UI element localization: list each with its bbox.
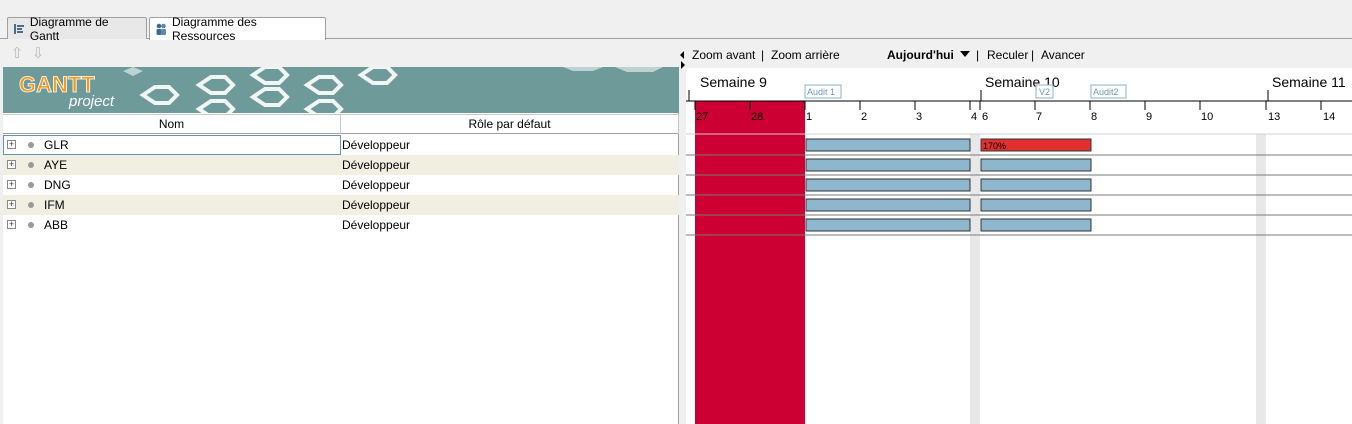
resource-role: Développeur xyxy=(342,198,411,212)
day-label: 6 xyxy=(982,111,988,123)
table-toolbar: ⇧ ⇩ xyxy=(3,40,679,67)
milestone-label: V2 xyxy=(1039,87,1050,97)
table-row[interactable]: + IFM Développeur xyxy=(3,195,679,215)
resource-chart-panel: Zoom avant | Zoom arrière Aujourd'hui | … xyxy=(686,40,1352,424)
today-label: Aujourd'hui xyxy=(887,48,954,62)
table-row[interactable]: + GLR Développeur xyxy=(3,135,679,155)
table-row[interactable]: + DNG Développeur xyxy=(3,175,679,195)
day-label: 28 xyxy=(751,111,763,123)
resource-role: Développeur xyxy=(342,138,411,152)
milestone-v2[interactable]: V2 xyxy=(1035,84,1054,99)
resource-dot-icon xyxy=(28,162,34,168)
column-header-role[interactable]: Rôle par défaut xyxy=(341,115,679,134)
column-header-name[interactable]: Nom xyxy=(3,115,341,134)
ganttproject-logo: GANTT project xyxy=(17,70,127,113)
resource-name: GLR xyxy=(44,138,69,152)
ganttproject-banner: GANTT project xyxy=(3,67,679,113)
chart-toolbar: Zoom avant | Zoom arrière Aujourd'hui | … xyxy=(686,40,1352,68)
table-row[interactable]: + AYE Développeur xyxy=(3,155,679,175)
day-label: 10 xyxy=(1201,111,1213,123)
tab-resources-label: Diagramme des Ressources xyxy=(172,15,257,43)
people-icon xyxy=(154,22,168,36)
collapse-left-icon[interactable] xyxy=(680,51,684,59)
resource-rows: + GLR Développeur + AYE Développeur + DN… xyxy=(3,135,679,235)
resource-role: Développeur xyxy=(342,218,411,232)
arrow-up-icon: ⇧ xyxy=(10,45,24,62)
expand-icon[interactable]: + xyxy=(7,160,16,169)
resource-name: AYE xyxy=(44,158,68,172)
today-button[interactable]: Aujourd'hui xyxy=(887,48,970,62)
expand-icon[interactable]: + xyxy=(7,220,16,229)
load-bar[interactable] xyxy=(805,218,971,232)
load-bar[interactable] xyxy=(980,218,1092,232)
milestone-audit2[interactable]: Audit2 xyxy=(1090,84,1127,99)
milestone-audit1[interactable]: Audit 1 xyxy=(804,84,842,99)
zoom-out-button[interactable]: Zoom arrière xyxy=(771,48,840,62)
move-up-button[interactable]: ⇧ xyxy=(8,44,26,62)
tab-resources-diagram[interactable]: Diagramme des Ressources xyxy=(149,15,326,43)
day-label: 9 xyxy=(1146,111,1152,123)
resource-dot-icon xyxy=(28,202,34,208)
forward-button[interactable]: Avancer xyxy=(1041,48,1085,62)
overload-percent-label: 170% xyxy=(983,141,1006,151)
dropdown-caret-icon xyxy=(959,51,970,57)
table-row[interactable]: + ABB Développeur xyxy=(3,215,679,235)
load-bar[interactable] xyxy=(805,158,971,172)
overload-area xyxy=(695,101,805,424)
load-bar[interactable] xyxy=(805,178,971,192)
move-down-button[interactable]: ⇩ xyxy=(29,44,47,62)
load-bar[interactable] xyxy=(805,198,971,212)
resource-role: Développeur xyxy=(342,178,411,192)
resource-name: DNG xyxy=(44,178,71,192)
back-button[interactable]: Reculer xyxy=(987,48,1028,62)
expand-icon[interactable]: + xyxy=(7,200,16,209)
weekend-column xyxy=(970,134,980,424)
logo-project-text: project xyxy=(68,93,115,110)
day-label: 7 xyxy=(1036,111,1042,123)
expand-icon[interactable]: + xyxy=(7,180,16,189)
day-label: 4 xyxy=(971,111,977,123)
weekend-column xyxy=(1256,134,1266,424)
arrow-down-icon: ⇩ xyxy=(31,45,45,62)
day-label: 8 xyxy=(1091,111,1097,123)
tab-bar: Diagramme de Gantt Diagramme des Ressour… xyxy=(0,0,1352,43)
resource-table-panel: ⇧ ⇩ GANTT project Nom Rôle par défaut + … xyxy=(3,40,679,424)
app-window: Diagramme de Gantt Diagramme des Ressour… xyxy=(0,0,1352,424)
resource-role: Développeur xyxy=(342,158,411,172)
panel-splitter[interactable] xyxy=(679,40,686,424)
milestone-label: Audit2 xyxy=(1093,87,1119,97)
resource-name: IFM xyxy=(44,198,65,212)
load-bar[interactable] xyxy=(980,178,1092,192)
toolbar-separator: | xyxy=(761,48,765,62)
table-header: Nom Rôle par défaut xyxy=(3,114,679,134)
toolbar-separator: | xyxy=(976,48,980,62)
day-label: 13 xyxy=(1268,111,1280,123)
day-label: 27 xyxy=(696,111,708,123)
resource-name: ABB xyxy=(44,218,69,232)
day-label: 1 xyxy=(806,111,812,123)
expand-icon[interactable]: + xyxy=(7,140,16,149)
tab-gantt-label: Diagramme de Gantt xyxy=(29,14,109,43)
week-label: Semaine 11 xyxy=(1272,74,1346,90)
day-label: 2 xyxy=(861,111,867,123)
load-bar[interactable] xyxy=(805,138,971,152)
resource-dot-icon xyxy=(28,182,34,188)
load-bar[interactable] xyxy=(980,158,1092,172)
milestone-label: Audit 1 xyxy=(807,87,835,97)
resource-load-chart: Semaine 9 Semaine 10 Semaine 11 Audit 1 … xyxy=(686,74,1352,424)
tab-gantt-diagram[interactable]: Diagramme de Gantt xyxy=(7,15,147,43)
zoom-in-button[interactable]: Zoom avant xyxy=(692,48,755,62)
day-label: 14 xyxy=(1323,111,1335,123)
load-bar[interactable] xyxy=(980,198,1092,212)
resource-dot-icon xyxy=(28,222,34,228)
gantt-tree-icon xyxy=(12,22,26,36)
week-label: Semaine 9 xyxy=(700,74,767,90)
resource-dot-icon xyxy=(28,142,34,148)
day-label: 3 xyxy=(916,111,922,123)
collapse-right-icon[interactable] xyxy=(681,61,685,69)
toolbar-separator: | xyxy=(1031,48,1035,62)
